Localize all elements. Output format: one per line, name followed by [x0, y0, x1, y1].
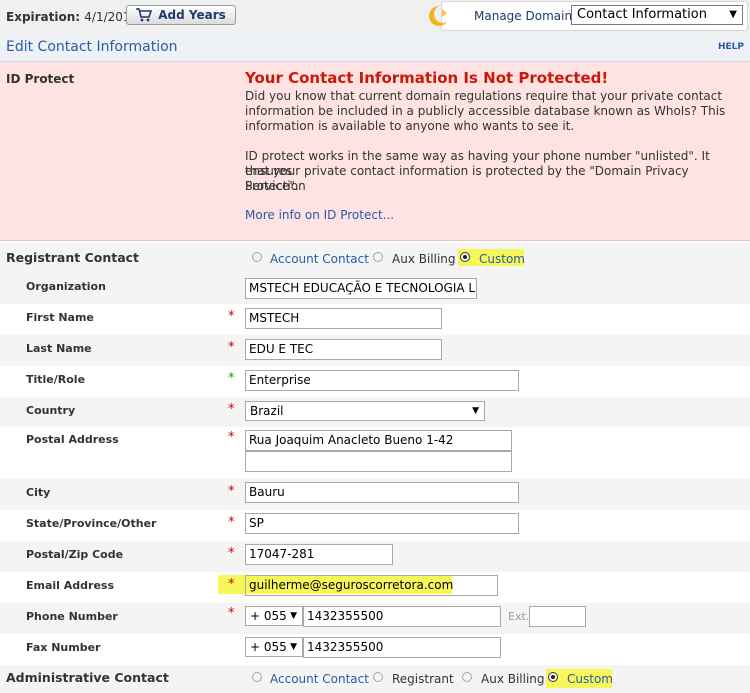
phone-input[interactable]: 1432355500: [303, 606, 501, 627]
required-marker: *: [228, 402, 235, 417]
first-name-input[interactable]: MSTECH: [245, 308, 442, 329]
warning-text-line: Did you know that current domain regulat…: [245, 89, 723, 103]
expiration-label: Expiration:: [6, 10, 81, 24]
radio-aux-billing[interactable]: [373, 252, 383, 262]
postal-address-line2-input[interactable]: [245, 451, 512, 472]
radio-account-contact-label[interactable]: Account Contact: [270, 252, 369, 266]
dropdown-arrow-icon: ▼: [729, 9, 737, 20]
postal-address-line1-input[interactable]: Rua Joaquim Anacleto Bueno 1-42: [245, 430, 512, 451]
manage-domain-select[interactable]: Contact Information ▼: [571, 5, 743, 25]
required-marker: *: [228, 515, 235, 530]
required-marker: *: [228, 340, 235, 355]
radio-account-contact[interactable]: [252, 252, 262, 262]
radio-admin-aux-billing-label[interactable]: Aux Billing: [481, 672, 545, 686]
first-name-label: First Name: [26, 311, 94, 324]
warning-text-line: Service".: [245, 179, 299, 193]
email-input[interactable]: guilherme@seguroscorretora.com: [245, 575, 498, 596]
required-marker: *: [228, 606, 235, 621]
warning-text-line: information is available to anyone who w…: [245, 119, 575, 133]
radio-aux-billing-label[interactable]: Aux Billing: [392, 252, 456, 266]
required-marker: *: [228, 484, 235, 499]
radio-admin-custom[interactable]: [548, 672, 558, 682]
warning-text-line: information be included in a publicly ac…: [245, 104, 726, 118]
id-protect-label: ID Protect: [6, 72, 75, 86]
radio-admin-account-contact[interactable]: [252, 672, 262, 682]
radio-admin-registrant-label[interactable]: Registrant: [392, 672, 454, 686]
radio-admin-registrant[interactable]: [373, 672, 383, 682]
dropdown-arrow-icon: ▼: [472, 406, 479, 416]
required-marker: *: [228, 430, 235, 445]
radio-custom[interactable]: [460, 252, 470, 262]
moon-arrow-icon: [429, 6, 447, 27]
required-marker: *: [228, 577, 235, 592]
registrant-contact-label: Registrant Contact: [6, 250, 140, 265]
manage-domain-label: Manage Domain:: [474, 9, 577, 23]
add-years-button[interactable]: Add Years: [126, 5, 236, 25]
country-label: Country: [26, 404, 76, 417]
radio-admin-account-contact-label[interactable]: Account Contact: [270, 672, 369, 686]
country-select[interactable]: Brazil ▼: [245, 401, 485, 421]
fax-country-code-select[interactable]: + 055 ▼: [245, 637, 303, 657]
id-protect-more-info-link[interactable]: More info on ID Protect...: [245, 208, 394, 222]
dropdown-arrow-icon: ▼: [290, 642, 297, 652]
radio-admin-custom-label[interactable]: Custom: [567, 672, 613, 686]
phone-country-code-value: + 055: [250, 609, 287, 623]
last-name-input[interactable]: EDU E TEC: [245, 339, 442, 360]
administrative-contact-label: Administrative Contact: [6, 670, 169, 685]
fax-label: Fax Number: [26, 641, 101, 654]
title-role-input[interactable]: Enterprise: [245, 370, 519, 391]
optional-marker: *: [228, 371, 235, 386]
expiration: Expiration: 4/1/2018: [6, 10, 138, 24]
help-link[interactable]: HELP: [718, 42, 744, 52]
required-marker: *: [228, 309, 235, 324]
fax-input[interactable]: 1432355500: [303, 637, 501, 658]
postal-address-label: Postal Address: [26, 433, 119, 446]
fax-country-code-value: + 055: [250, 640, 287, 654]
zip-input[interactable]: 17047-281: [245, 544, 393, 565]
manage-domain-value: Contact Information: [577, 7, 707, 22]
radio-custom-label[interactable]: Custom: [479, 252, 525, 266]
page-title: Edit Contact Information: [6, 39, 178, 55]
radio-admin-aux-billing[interactable]: [462, 672, 472, 682]
ext-label: Ext.: [508, 610, 530, 623]
warning-title: Your Contact Information Is Not Protecte…: [245, 69, 609, 87]
required-marker: *: [228, 546, 235, 561]
add-years-label: Add Years: [158, 8, 226, 22]
phone-label: Phone Number: [26, 610, 118, 623]
title-role-label: Title/Role: [26, 373, 86, 386]
email-label: Email Address: [26, 579, 115, 592]
ext-input[interactable]: [529, 606, 586, 627]
last-name-label: Last Name: [26, 342, 92, 355]
city-label: City: [26, 486, 51, 499]
organization-label: Organization: [26, 280, 106, 293]
organization-input[interactable]: MSTECH EDUCAÇÃO E TECNOLOGIA L: [245, 278, 477, 299]
dropdown-arrow-icon: ▼: [290, 611, 297, 621]
phone-country-code-select[interactable]: + 055 ▼: [245, 606, 303, 626]
cart-icon: [136, 8, 153, 22]
zip-label: Postal/Zip Code: [26, 548, 124, 561]
city-input[interactable]: Bauru: [245, 482, 519, 503]
country-value: Brazil: [250, 404, 284, 418]
state-input[interactable]: SP: [245, 513, 519, 534]
state-label: State/Province/Other: [26, 517, 157, 530]
